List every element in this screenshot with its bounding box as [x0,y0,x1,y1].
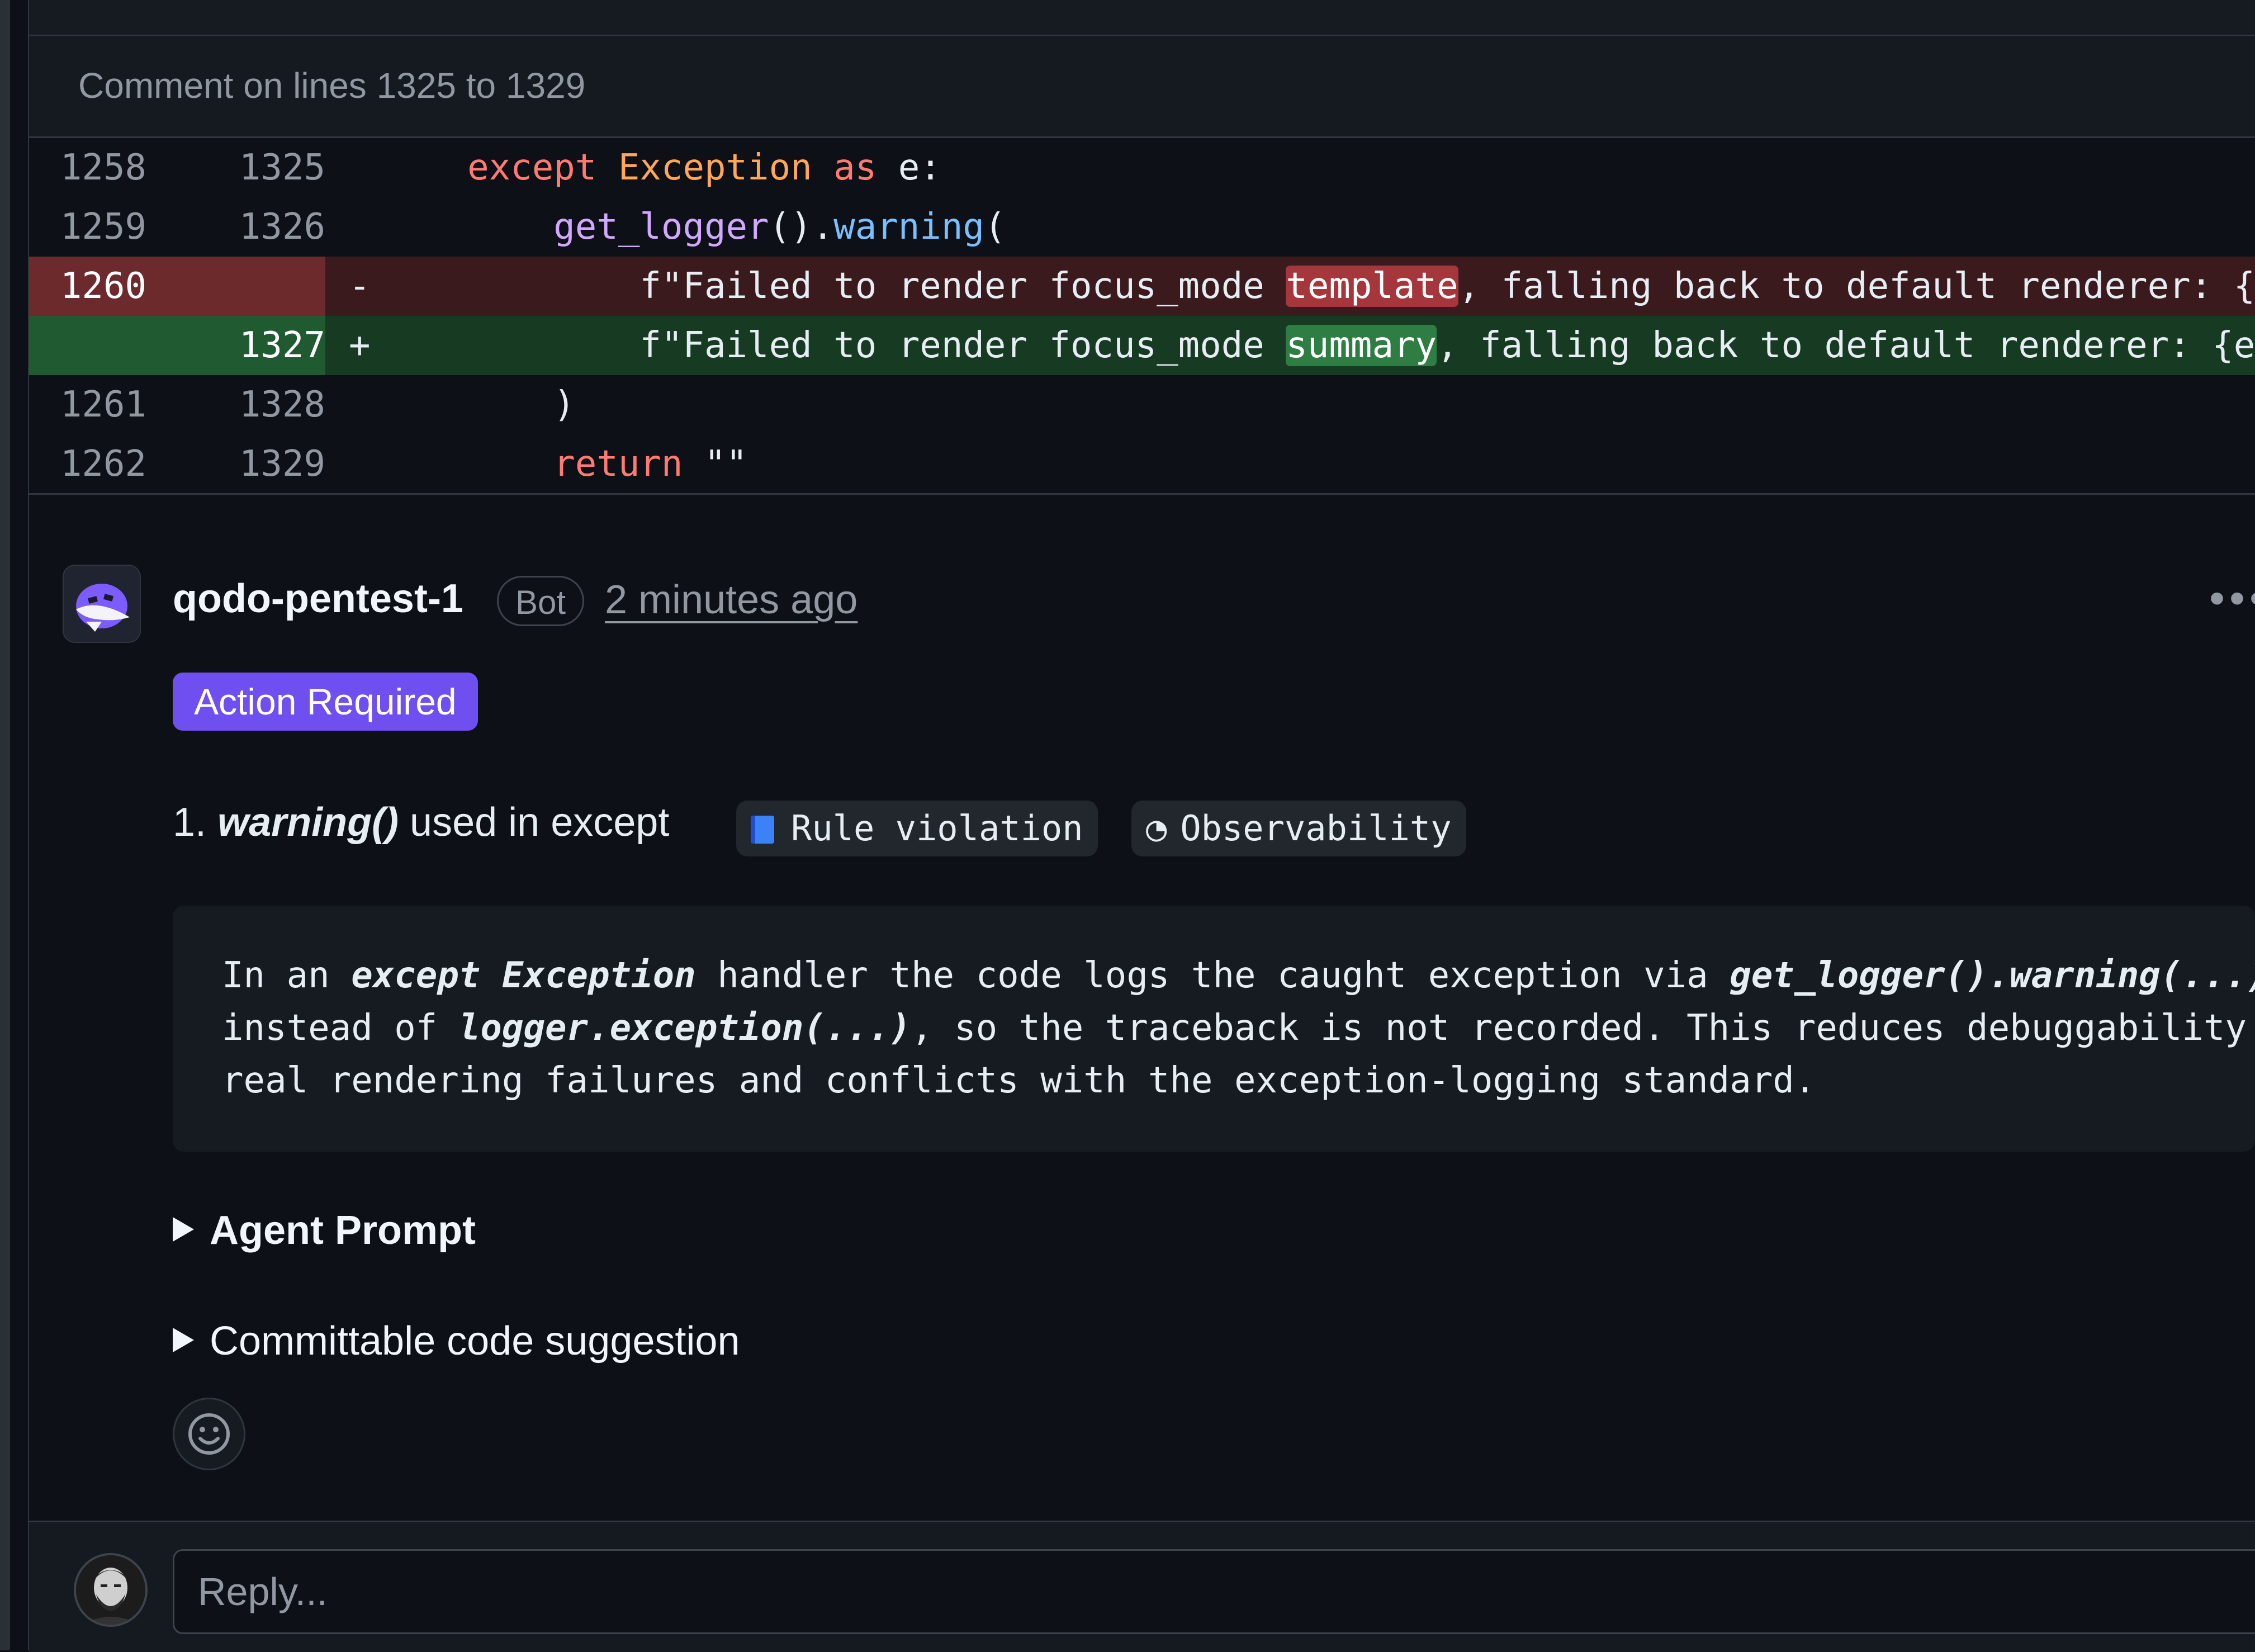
reply-section [29,1521,2255,1652]
action-required-badge: Action Required [173,673,478,731]
comment-lines-label: Comment on lines 1325 to 1329 [78,65,586,106]
code-suggestion-toggle[interactable]: Committable code suggestion [173,1318,740,1364]
window-edge [0,0,10,1650]
add-reaction-button[interactable] [173,1398,245,1470]
agent-prompt-toggle[interactable]: Agent Prompt [173,1208,476,1253]
reply-input[interactable] [174,1551,2255,1632]
triangle-right-icon [173,1217,194,1242]
bot-badge: Bot [497,576,585,626]
code-line: return "" [553,443,748,485]
diff-row-added: 1327 + f"Failed to render focus_mode sum… [29,316,2255,375]
reply-field[interactable] [173,1549,2255,1634]
bot-avatar[interactable] [63,565,141,643]
divider [29,493,2255,495]
diff-row: 1258 1325 except Exception as e: [29,138,2255,197]
code-line: f"Failed to render focus_mode summary, f… [639,325,2255,366]
top-bar [29,0,2255,36]
clock-icon: ◔ [1146,808,1167,849]
user-avatar-image [76,1555,145,1625]
minus-sign: - [349,266,371,307]
plus-sign: + [349,325,371,366]
issue-title: 1. warning() used in except [173,800,670,845]
diff-row: 1262 1329 return "" [29,434,2255,494]
more-options-icon[interactable]: ••• [2209,576,2255,621]
user-avatar[interactable] [74,1553,148,1627]
rule-violation-tag: Rule violation [736,801,1098,856]
diff-row: 1261 1328 ) [29,375,2255,434]
review-thread: Comment on lines 1325 to 1329 1258 1325 … [28,0,2255,1652]
author-name[interactable]: qodo-pentest-1 [173,576,463,622]
diff-hunk: 1258 1325 except Exception as e: 1259 13… [29,138,2255,494]
code-line: get_logger().warning( [553,206,1006,248]
book-icon [751,816,774,844]
diff-row: 1259 1326 get_logger().warning( [29,197,2255,257]
added-word-highlight: summary [1286,325,1437,366]
code-line: except Exception as e: [467,147,941,188]
observability-tag: ◔ Observability [1131,801,1466,856]
deleted-word-highlight: template [1286,266,1458,307]
comment-lines-header: Comment on lines 1325 to 1329 [29,36,2255,138]
diff-row-deleted: 1260 - f"Failed to render focus_mode tem… [29,257,2255,316]
description-text: In an except Exception handler the code … [222,955,2255,1101]
code-line: ) [553,384,575,425]
issue-description: In an except Exception handler the code … [173,906,2255,1152]
code-line: f"Failed to render focus_mode template, … [639,266,2255,307]
qodo-logo-icon [64,566,140,642]
comment-timestamp[interactable]: 2 minutes ago [605,577,858,623]
smiley-icon [188,1413,230,1455]
triangle-right-icon [173,1328,194,1352]
